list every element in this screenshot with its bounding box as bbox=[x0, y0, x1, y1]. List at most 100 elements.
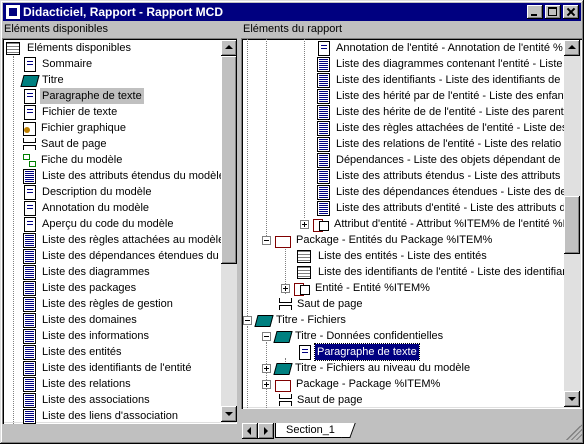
collapse-icon[interactable] bbox=[262, 331, 271, 341]
report-item[interactable]: Package - Package %ITEM% bbox=[262, 376, 442, 392]
report-item-label: Liste des diagrammes contenant l'entité … bbox=[336, 58, 563, 70]
scroll-down-button[interactable] bbox=[564, 391, 580, 407]
list-item[interactable]: Paragraphe de texte bbox=[22, 88, 144, 104]
expand-icon[interactable] bbox=[300, 219, 309, 229]
report-item[interactable]: Liste des entités - Liste des entités bbox=[297, 248, 489, 264]
scroll-thumb[interactable] bbox=[564, 196, 580, 254]
report-item[interactable]: Liste des relations de l'entité - Liste … bbox=[316, 136, 563, 152]
table-icon bbox=[297, 249, 311, 263]
maximize-button[interactable] bbox=[545, 5, 561, 19]
list-item[interactable]: Sommaire bbox=[22, 56, 94, 72]
list-item[interactable]: Liste des packages bbox=[22, 280, 138, 296]
scroll-up-button[interactable] bbox=[564, 40, 580, 56]
list-item[interactable]: Annotation du modèle bbox=[22, 200, 151, 216]
report-item-label: Liste des identifiants - Liste des ident… bbox=[336, 74, 566, 86]
list-icon bbox=[23, 392, 36, 408]
list-item-label: Saut de page bbox=[41, 138, 107, 150]
entity-icon bbox=[294, 282, 310, 296]
list-item[interactable]: Liste des informations bbox=[22, 328, 151, 344]
report-item[interactable]: Liste des hérite de de l'entité - Liste … bbox=[316, 104, 566, 120]
tree-guide-line bbox=[13, 56, 14, 424]
list-item[interactable]: Titre bbox=[22, 72, 66, 88]
report-item[interactable]: Annotation de l'entité - Annotation de l… bbox=[316, 40, 565, 56]
report-item[interactable]: Titre - Fichiers bbox=[243, 312, 348, 328]
report-item[interactable]: Liste des attributs étendus - Liste des … bbox=[316, 168, 572, 184]
list-item[interactable]: Liste des associations bbox=[22, 392, 152, 408]
book-icon bbox=[22, 74, 37, 86]
collapse-icon[interactable] bbox=[243, 315, 252, 325]
report-item[interactable]: Saut de page bbox=[278, 392, 364, 408]
list-icon bbox=[23, 328, 36, 344]
minimize-button[interactable] bbox=[527, 5, 543, 19]
report-item[interactable]: Entité - Entité %ITEM% bbox=[281, 280, 432, 296]
report-item[interactable]: Liste des diagrammes contenant l'entité … bbox=[316, 56, 565, 72]
app-icon[interactable] bbox=[6, 5, 20, 19]
list-item[interactable]: Liste des entités bbox=[22, 344, 124, 360]
list-item[interactable]: Liste des règles de gestion bbox=[22, 296, 175, 312]
list-item-label: Liste des diagrammes bbox=[42, 266, 150, 278]
report-item-label: Liste des attributs étendus - Liste des … bbox=[336, 170, 570, 182]
report-item[interactable]: Titre - Données confidentielles bbox=[262, 328, 445, 344]
tab-section-1[interactable]: Section_1 bbox=[275, 423, 349, 438]
book-icon bbox=[275, 362, 290, 374]
resize-grip-icon[interactable] bbox=[566, 424, 582, 440]
list-item[interactable]: Liste des relations bbox=[22, 376, 133, 392]
report-item[interactable]: Package - Entités du Package %ITEM% bbox=[262, 232, 494, 248]
list-item[interactable]: Liste des attributs étendus du modèle bbox=[22, 168, 227, 184]
list-item[interactable]: Liste des dépendances étendues du bbox=[22, 248, 221, 264]
close-button[interactable] bbox=[563, 5, 579, 19]
list-item[interactable]: Fichier graphique bbox=[22, 120, 128, 136]
right-pane-header: Eléments du rapport bbox=[243, 23, 343, 35]
list-icon bbox=[317, 184, 330, 200]
list-item-label: Fichier graphique bbox=[41, 122, 126, 134]
scroll-down-button[interactable] bbox=[221, 406, 237, 422]
list-icon bbox=[317, 104, 330, 120]
report-item[interactable]: Liste des attributs d'entité - Liste des… bbox=[316, 200, 568, 216]
tree-root[interactable]: Eléments disponibles bbox=[6, 40, 133, 56]
page-icon bbox=[318, 40, 330, 56]
list-item-label: Titre bbox=[42, 74, 64, 86]
report-item[interactable]: Paragraphe de texte bbox=[297, 343, 420, 361]
tab-scroll-left-button[interactable] bbox=[242, 423, 258, 439]
list-item[interactable]: Liste des diagrammes bbox=[22, 264, 152, 280]
list-item[interactable]: Liste des règles attachées au modèle bbox=[22, 232, 226, 248]
list-item-label: Liste des règles attachées au modèle bbox=[42, 234, 225, 246]
right-vertical-scrollbar[interactable] bbox=[564, 40, 580, 407]
list-item-label: Liste des dépendances étendues du bbox=[42, 250, 219, 262]
left-vertical-scrollbar[interactable] bbox=[221, 40, 237, 422]
list-item[interactable]: Fiche du modèle bbox=[22, 152, 124, 168]
report-item[interactable]: Dépendances - Liste des objets dépendant… bbox=[316, 152, 562, 168]
scroll-thumb[interactable] bbox=[221, 56, 237, 264]
list-icon bbox=[23, 264, 36, 280]
report-item[interactable]: Saut de page bbox=[278, 296, 364, 312]
list-item[interactable]: Description du modèle bbox=[22, 184, 153, 200]
left-pane-header: Eléments disponibles bbox=[4, 23, 108, 35]
report-item[interactable]: Attribut d'entité - Attribut %ITEM% de l… bbox=[300, 216, 572, 232]
list-item[interactable]: Aperçu du code du modèle bbox=[22, 216, 175, 232]
report-elements-tree[interactable]: Annotation de l'entité - Annotation de l… bbox=[241, 38, 582, 409]
list-item[interactable]: Fichier de texte bbox=[22, 104, 119, 120]
list-item[interactable]: Liste des identifiants de l'entité bbox=[22, 360, 193, 376]
report-item[interactable]: Liste des identifiants de l'entité - Lis… bbox=[297, 264, 570, 280]
entity-icon bbox=[313, 218, 329, 232]
list-item[interactable]: Saut de page bbox=[22, 136, 108, 152]
report-item[interactable]: Liste des règles attachées de l'entité -… bbox=[316, 120, 569, 136]
expand-icon[interactable] bbox=[281, 283, 290, 293]
list-item[interactable]: Liste des domaines bbox=[22, 312, 139, 328]
list-icon bbox=[23, 296, 36, 312]
collapse-icon[interactable] bbox=[262, 235, 271, 245]
report-item[interactable]: Liste des identifiants - Liste des ident… bbox=[316, 72, 568, 88]
expand-icon[interactable] bbox=[262, 379, 271, 389]
tab-scroll-right-button[interactable] bbox=[258, 423, 274, 439]
expand-icon[interactable] bbox=[262, 363, 271, 373]
title-bar[interactable]: Didacticiel, Rapport - Rapport MCD bbox=[3, 3, 581, 21]
list-item[interactable]: Liste des liens d'association bbox=[22, 408, 180, 424]
report-item[interactable]: Titre - Fichiers au niveau du modèle bbox=[262, 360, 472, 376]
report-item[interactable]: Liste des dépendances étendues - Liste d… bbox=[316, 184, 569, 200]
list-icon bbox=[23, 344, 36, 360]
available-elements-tree[interactable]: Eléments disponibles Sommaire Titre Para… bbox=[2, 38, 237, 424]
report-editor-window: Didacticiel, Rapport - Rapport MCD Eléme… bbox=[0, 0, 584, 444]
list-icon bbox=[23, 408, 36, 424]
scroll-up-button[interactable] bbox=[221, 40, 237, 56]
report-item[interactable]: Liste des hérité par de l'entité - Liste… bbox=[316, 88, 569, 104]
